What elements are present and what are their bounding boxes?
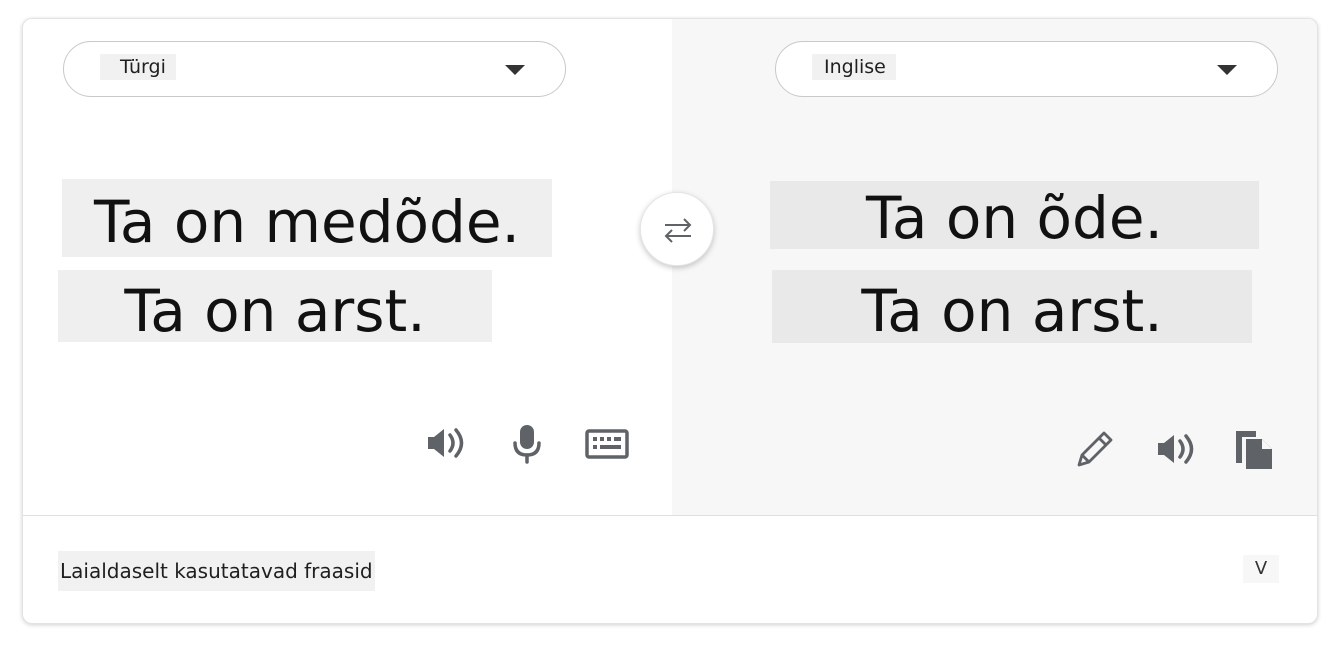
target-language-label: Inglise (812, 54, 896, 80)
section-divider (23, 515, 1317, 516)
chevron-down-icon (505, 65, 525, 75)
expand-phrases-button[interactable]: V (1243, 555, 1279, 583)
target-text-line: Ta on õde. (770, 181, 1259, 249)
target-language-select[interactable]: Inglise (775, 41, 1278, 97)
microphone-icon[interactable] (503, 419, 551, 467)
source-pane: Türgi Ta on medõde. Ta on arst. (23, 19, 672, 515)
swap-arrows-icon (664, 218, 692, 243)
pencil-icon[interactable] (1071, 425, 1119, 473)
keyboard-icon[interactable] (583, 419, 631, 467)
common-phrases-label[interactable]: Laialdaselt kasutatavad fraasid (58, 551, 375, 591)
source-text-line[interactable]: Ta on medõde. (62, 179, 552, 257)
translator-card: Türgi Ta on medõde. Ta on arst. Inglise … (22, 18, 1318, 624)
speaker-icon[interactable] (422, 419, 470, 467)
source-language-label: Türgi (100, 54, 176, 80)
chevron-down-icon (1217, 65, 1237, 75)
swap-languages-button[interactable] (640, 192, 714, 266)
source-language-select[interactable]: Türgi (63, 41, 566, 97)
copy-icon[interactable] (1232, 425, 1280, 473)
target-text-line: Ta on arst. (772, 270, 1252, 343)
speaker-icon[interactable] (1152, 425, 1200, 473)
source-text-line[interactable]: Ta on arst. (58, 270, 492, 342)
target-pane: Inglise Ta on õde. Ta on arst. (672, 19, 1317, 515)
